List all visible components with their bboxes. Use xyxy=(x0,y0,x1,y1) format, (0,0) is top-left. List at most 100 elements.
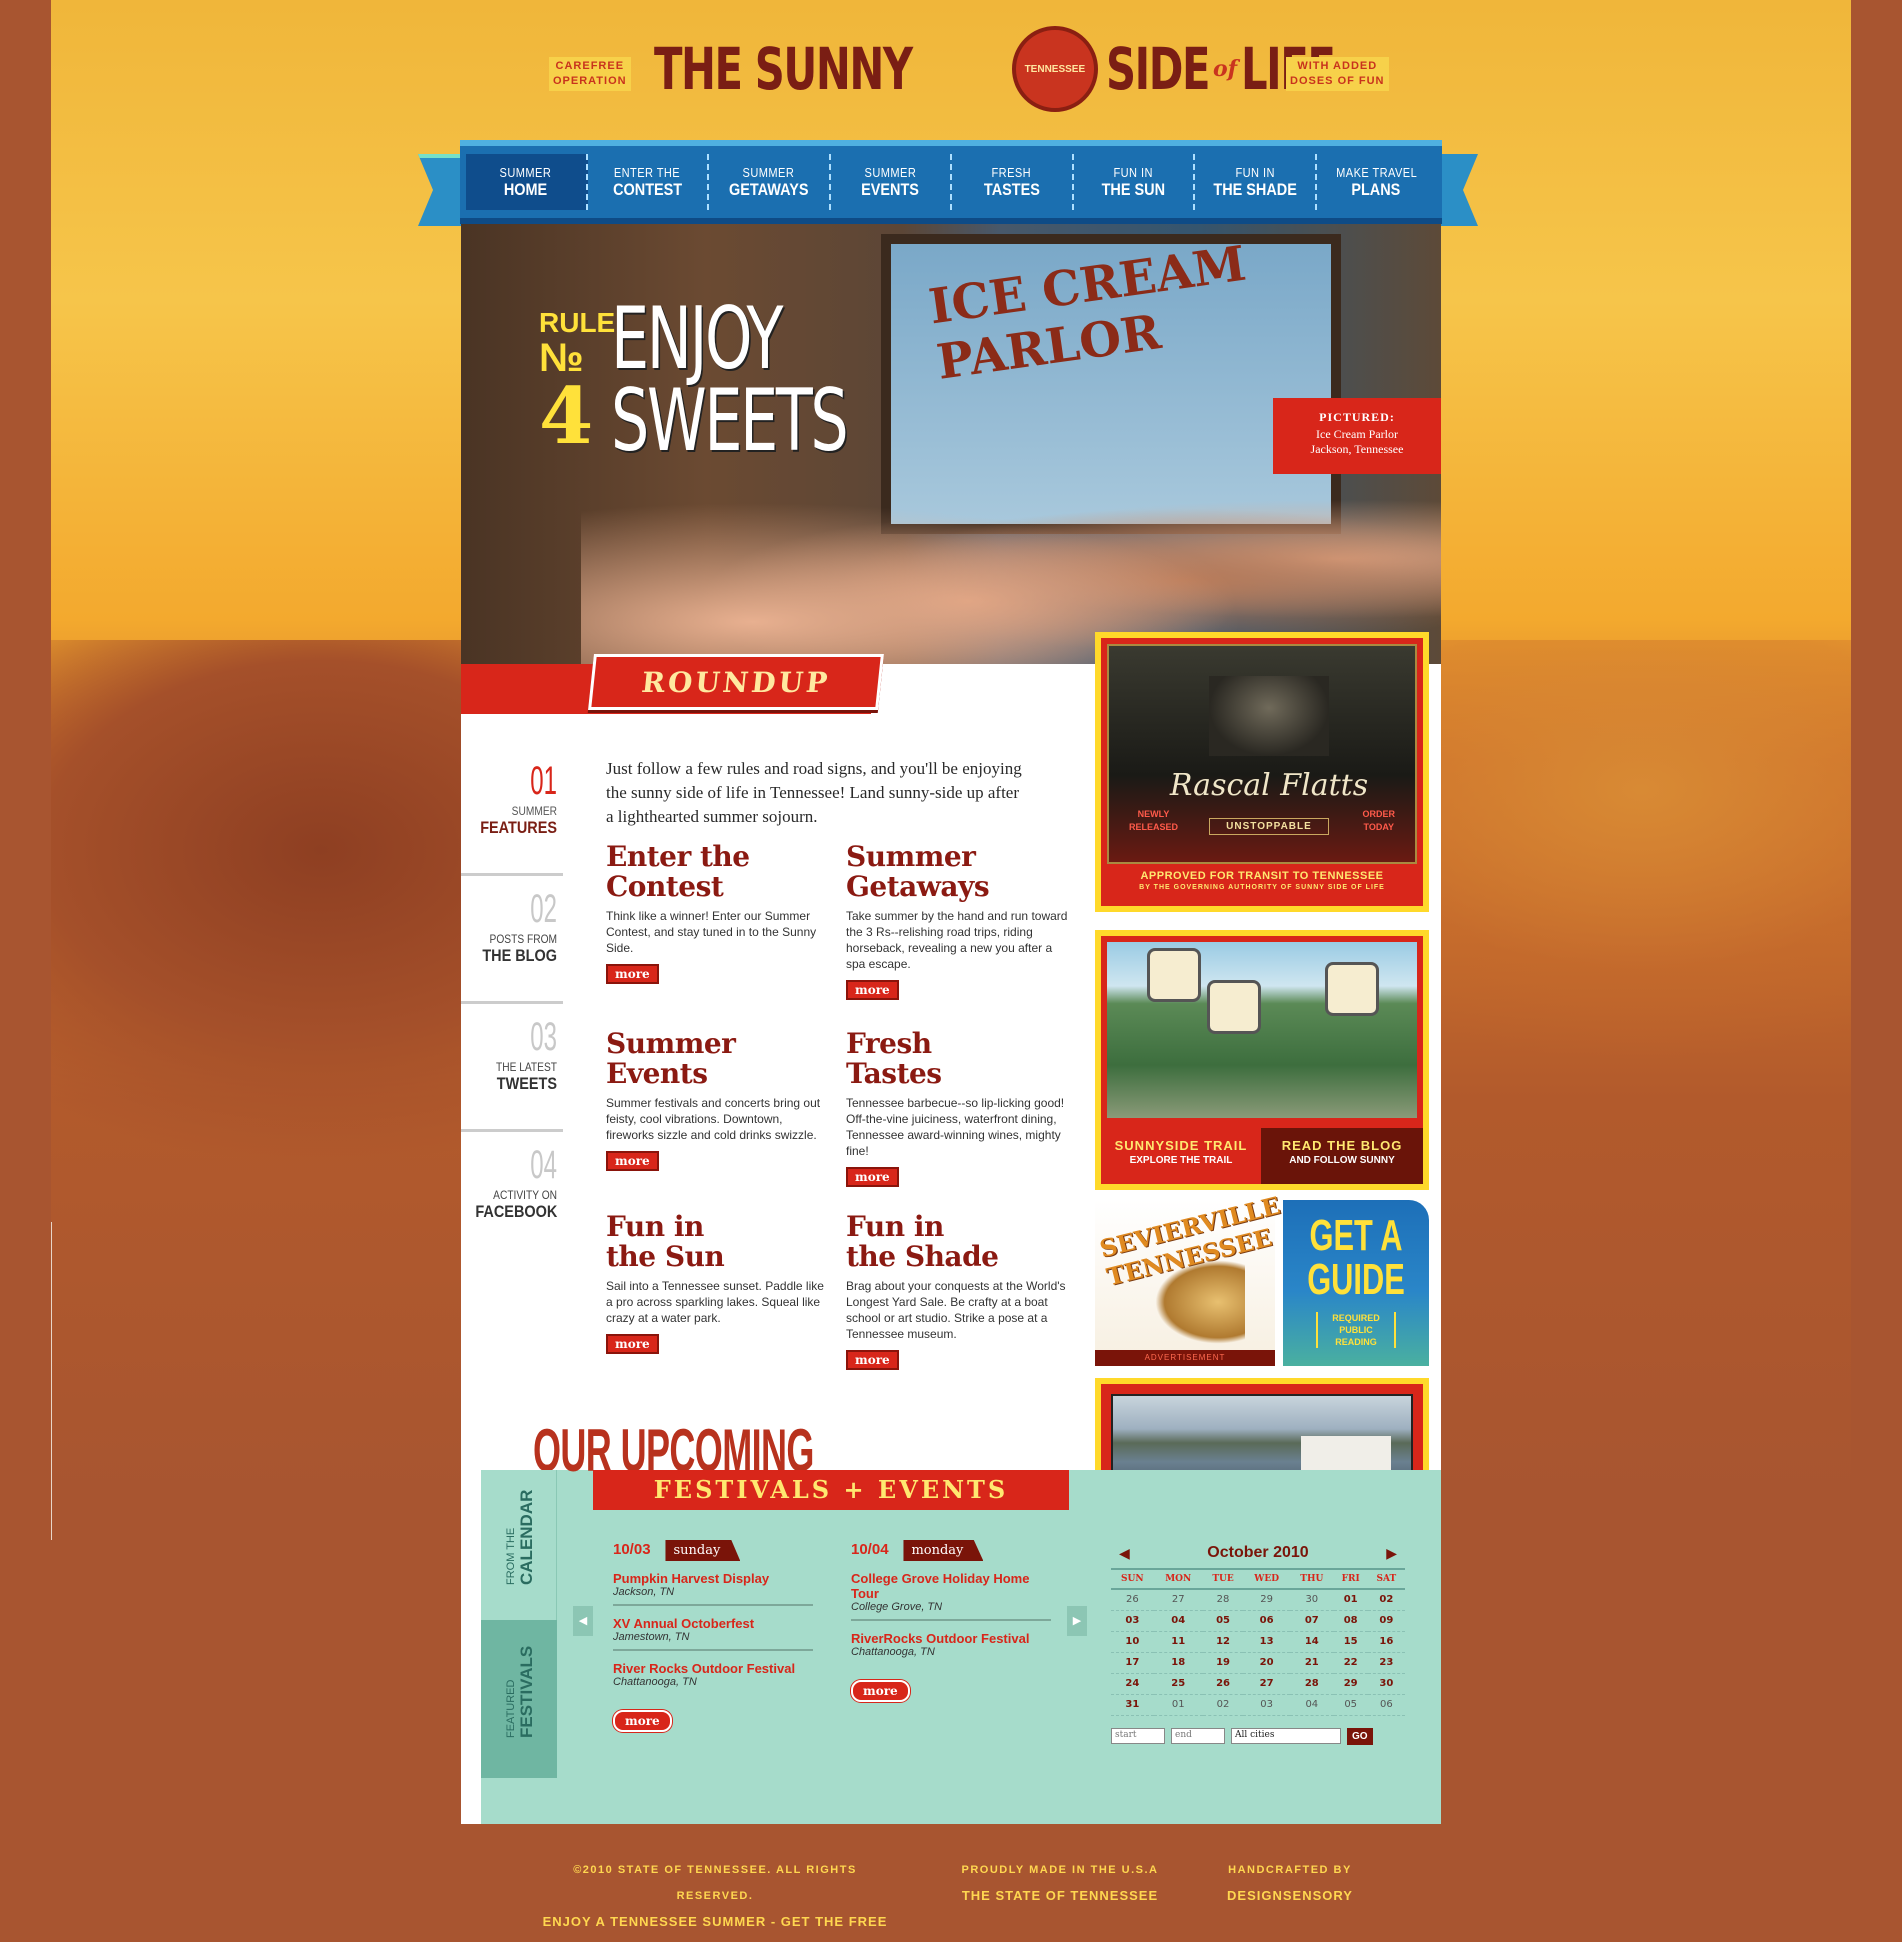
more-events-button[interactable]: more xyxy=(851,1680,910,1702)
calendar-day[interactable]: 26 xyxy=(1202,1673,1244,1695)
footer-guide-link[interactable]: ENJOY A TENNESSEE SUMMER - GET THE FREE … xyxy=(535,1909,895,1942)
calendar-day[interactable]: 05 xyxy=(1333,1694,1368,1716)
nav-fun-in-the-sun[interactable]: FUN IN THE SUN xyxy=(1074,154,1195,210)
get-a-guide-button[interactable]: GET A GUIDE REQUIRED PUBLIC READING xyxy=(1283,1200,1429,1366)
calendar-day[interactable]: 14 xyxy=(1290,1631,1334,1653)
more-button[interactable]: more xyxy=(606,1151,659,1171)
site-logo[interactable]: THE SUNNY TENNESSEE SIDE of LIFE xyxy=(654,26,1371,112)
feature-title[interactable]: Summer Events xyxy=(606,1029,831,1089)
tab-calendar-label: FROM THE CALENDAR xyxy=(505,1489,536,1585)
calendar-day[interactable]: 06 xyxy=(1367,1694,1405,1716)
start-date-input[interactable]: start xyxy=(1111,1728,1165,1744)
nav-fresh-tastes[interactable]: FRESH TASTES xyxy=(952,154,1074,210)
calendar-day[interactable]: 03 xyxy=(1111,1610,1154,1632)
more-button[interactable]: more xyxy=(606,964,659,984)
calendar-day[interactable]: 03 xyxy=(1243,1694,1291,1716)
more-button[interactable]: more xyxy=(606,1334,659,1354)
calendar-day[interactable]: 30 xyxy=(1290,1589,1334,1611)
calendar-day[interactable]: 27 xyxy=(1153,1589,1203,1611)
calendar-day[interactable]: 28 xyxy=(1202,1589,1244,1611)
calendar-day[interactable]: 29 xyxy=(1333,1673,1368,1695)
calendar-day[interactable]: 17 xyxy=(1111,1652,1154,1674)
side-tab-summer-features[interactable]: 01 SUMMER FEATURES xyxy=(461,748,563,876)
calendar-day[interactable]: 08 xyxy=(1333,1610,1368,1632)
calendar-day[interactable]: 01 xyxy=(1333,1589,1368,1611)
calendar-day[interactable]: 12 xyxy=(1202,1631,1244,1653)
calendar-day[interactable]: 07 xyxy=(1290,1610,1334,1632)
nav-label-small: ENTER THE xyxy=(614,164,681,180)
event-item[interactable]: River Rocks Outdoor Festival Chattanooga,… xyxy=(613,1661,813,1694)
calendar-day[interactable]: 09 xyxy=(1367,1610,1405,1632)
calendar-day[interactable]: 30 xyxy=(1367,1673,1405,1695)
calendar-day[interactable]: 16 xyxy=(1367,1631,1405,1653)
nav-fun-in-the-shade[interactable]: FUN IN THE SHADE xyxy=(1195,154,1317,210)
footer-agency-link[interactable]: DESIGNSENSORY xyxy=(1215,1883,1365,1909)
calendar-day[interactable]: 22 xyxy=(1333,1652,1368,1674)
calendar-day[interactable]: 06 xyxy=(1243,1610,1291,1632)
end-date-input[interactable]: end xyxy=(1171,1728,1225,1744)
calendar-day[interactable]: 24 xyxy=(1111,1673,1154,1695)
calendar-day[interactable]: 23 xyxy=(1367,1652,1405,1674)
nav-enter-contest[interactable]: ENTER THE CONTEST xyxy=(588,154,709,210)
feature-title[interactable]: Summer Getaways xyxy=(846,842,1071,902)
calendar-day[interactable]: 15 xyxy=(1333,1631,1368,1653)
calendar-day[interactable]: 04 xyxy=(1290,1694,1334,1716)
event-item[interactable]: College Grove Holiday Home Tour College G… xyxy=(851,1571,1051,1621)
sevierville-advertisement[interactable]: SEVIERVILLE TENNESSEE ADVERTISEMENT xyxy=(1095,1191,1283,1366)
calendar-day[interactable]: 31 xyxy=(1111,1694,1154,1716)
calendar-day[interactable]: 05 xyxy=(1202,1610,1244,1632)
calendar-day[interactable]: 19 xyxy=(1202,1652,1244,1674)
city-select[interactable]: All cities xyxy=(1231,1728,1341,1744)
calendar-prev-icon[interactable]: ◀ xyxy=(1119,1545,1130,1562)
events-next-arrow[interactable]: ▶ xyxy=(1067,1606,1087,1636)
feature-title[interactable]: Fun in the Sun xyxy=(606,1212,831,1272)
more-button[interactable]: more xyxy=(846,1350,899,1370)
tab-featured-festivals[interactable]: FEATURED FESTIVALS xyxy=(481,1620,557,1778)
calendar-weekday: FRI xyxy=(1333,1568,1368,1590)
feature-enter-contest: Enter the Contest Think like a winner! En… xyxy=(606,842,831,984)
calendar-month: October 2010 xyxy=(1207,1544,1309,1561)
calendar-day[interactable]: 13 xyxy=(1243,1631,1291,1653)
calendar-go-button[interactable]: GO xyxy=(1347,1727,1373,1745)
more-events-button[interactable]: more xyxy=(613,1710,672,1732)
calendar-day[interactable]: 18 xyxy=(1153,1652,1203,1674)
promo-rascal-flatts[interactable]: Rascal Flatts UNSTOPPABLE NEWLY RELEASED … xyxy=(1095,632,1429,912)
side-tab-tweets[interactable]: 03 THE LATEST TWEETS xyxy=(461,1004,563,1132)
calendar-day[interactable]: 02 xyxy=(1367,1589,1405,1611)
calendar-day[interactable]: 01 xyxy=(1153,1694,1203,1716)
calendar-day[interactable]: 26 xyxy=(1111,1589,1154,1611)
feature-title[interactable]: Fresh Tastes xyxy=(846,1029,1071,1089)
calendar-day[interactable]: 11 xyxy=(1153,1631,1203,1653)
side-tab-blog[interactable]: 02 POSTS FROM THE BLOG xyxy=(461,876,563,1004)
more-button[interactable]: more xyxy=(846,1167,899,1187)
promo-order-today: ORDER TODAY xyxy=(1362,809,1395,832)
calendar-day[interactable]: 10 xyxy=(1111,1631,1154,1653)
nav-make-travel-plans[interactable]: MAKE TRAVEL PLANS xyxy=(1317,154,1437,210)
sunnyside-trail-button[interactable]: SUNNYSIDE TRAIL EXPLORE THE TRAIL xyxy=(1101,1128,1261,1184)
calendar-next-icon[interactable]: ▶ xyxy=(1386,1545,1397,1562)
nav-summer-getaways[interactable]: SUMMER GETAWAYS xyxy=(709,154,831,210)
more-button[interactable]: more xyxy=(846,980,899,1000)
event-item[interactable]: RiverRocks Outdoor Festival Chattanooga, … xyxy=(851,1631,1051,1664)
calendar-day[interactable]: 04 xyxy=(1153,1610,1203,1632)
calendar-day[interactable]: 29 xyxy=(1243,1589,1291,1611)
calendar-weekday: SAT xyxy=(1367,1568,1405,1590)
calendar-day[interactable]: 20 xyxy=(1243,1652,1291,1674)
calendar-day[interactable]: 21 xyxy=(1290,1652,1334,1674)
calendar-day[interactable]: 02 xyxy=(1202,1694,1244,1716)
nav-summer-home[interactable]: SUMMER HOME xyxy=(466,154,588,210)
feature-title[interactable]: Fun in the Shade xyxy=(846,1212,1071,1272)
tab-from-the-calendar[interactable]: FROM THE CALENDAR xyxy=(481,1470,557,1620)
calendar-day[interactable]: 27 xyxy=(1243,1673,1291,1695)
footer-state-link[interactable]: THE STATE OF TENNESSEE xyxy=(955,1883,1165,1909)
calendar-day[interactable]: 28 xyxy=(1290,1673,1334,1695)
events-prev-arrow[interactable]: ◀ xyxy=(573,1606,593,1636)
feature-title[interactable]: Enter the Contest xyxy=(606,842,831,902)
event-item[interactable]: XV Annual Octoberfest Jamestown, TN xyxy=(613,1616,813,1651)
promo-band-subtitle: UNSTOPPABLE xyxy=(1209,818,1329,835)
side-tab-facebook[interactable]: 04 ACTIVITY ON FACEBOOK xyxy=(461,1132,563,1260)
calendar-day[interactable]: 25 xyxy=(1153,1673,1203,1695)
nav-summer-events[interactable]: SUMMER EVENTS xyxy=(831,154,952,210)
read-blog-button[interactable]: READ THE BLOG AND FOLLOW SUNNY xyxy=(1261,1128,1423,1184)
event-item[interactable]: Pumpkin Harvest Display Jackson, TN xyxy=(613,1571,813,1606)
